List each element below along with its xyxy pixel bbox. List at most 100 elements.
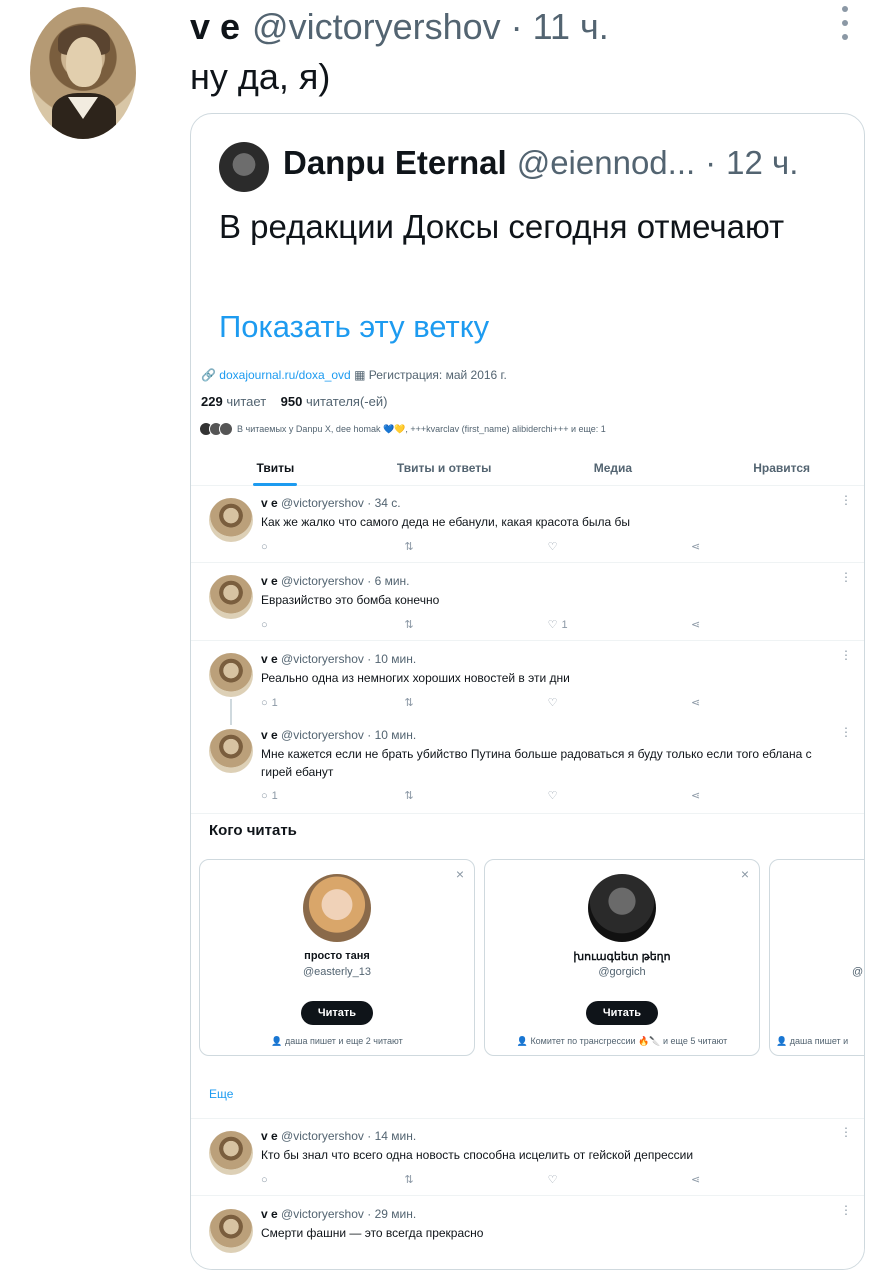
who-to-follow-cards: × просто таня @easterly_13 Читать 👤 даша… [199,859,864,1059]
quote-avatar[interactable] [219,142,269,192]
followers-avatars [199,422,233,436]
author-name[interactable]: v e [190,6,240,48]
tweet-text: Мне кажется если не брать убийство Путин… [261,747,812,779]
avatar [303,874,371,942]
calendar-icon: ▦ [354,368,369,382]
share-icon: ⋖ [690,619,701,631]
tweet-text: Реально одна из немногих хороших новосте… [261,671,570,685]
separator-dot: · [510,6,523,47]
avatar [588,874,656,942]
tweet-actions: ○ ⇅ ♡ ⋖ [261,540,731,554]
followed-by-text: В читаемых у Danpu X, dee homak 💙💛, +++k… [237,423,606,434]
more-options-icon: ⋮ [840,1203,852,1217]
close-icon: × [455,866,464,882]
more-options-icon: ⋮ [840,1125,852,1139]
avatar [209,653,253,697]
tweet-text: ну да, я) [190,56,331,97]
tweet-time[interactable]: 11 ч. [533,6,609,48]
follow-counts: 229 читает 950 читателя(-ей) [201,394,387,409]
reply-icon: ○ [261,540,268,553]
list-item: v e @victoryershov · 29 мин. ⋮ Смерти фа… [191,1197,864,1269]
show-thread-link[interactable]: Показать эту ветку [219,309,489,345]
profile-link: doxajournal.ru/doxa_ovd [219,368,351,382]
tweet-text: Кто бы знал что всего одна новость спосо… [261,1148,694,1162]
more-options-icon: ⋮ [840,648,852,662]
like-icon: ♡ [547,697,558,709]
who-to-follow-title: Кого читать [209,822,297,839]
reply-icon: ○ [261,1173,268,1186]
author-meta: @victoryershov · 34 с. [281,496,401,510]
following-label: читает [226,394,267,409]
followers-label: читателя(-ей) [305,394,388,409]
quote-header: Danpu Eternal @eiennod... · 12 ч. [283,144,798,182]
tab-tweets-replies: Твиты и ответы [396,461,492,475]
link-icon: 🔗 [201,368,216,382]
retweet-icon: ⇅ [404,541,414,553]
following-count: 229 [201,394,223,409]
card-handle: @ [852,966,864,978]
tweet-actions: ○ 1 ⇅ ♡ ⋖ [261,696,731,710]
author-meta: @victoryershov · 14 мин. [281,1129,417,1143]
author-handle[interactable]: @victoryershov [252,6,501,48]
card-name: խուագեետ թեղո [573,951,671,963]
card-handle: @easterly_13 [302,966,372,978]
share-icon: ⋖ [690,697,701,709]
avatar-face [66,37,102,87]
tweet-meta: v e @victoryershov · 10 мин. [261,652,416,666]
more-options-icon: ⋮ [840,725,852,739]
tweet-text: Как же жалко что самого деда не ебанули,… [261,515,631,529]
quote-tweet-card[interactable]: Danpu Eternal @eiennod... · 12 ч. В реда… [190,113,865,1270]
card-name: просто таня [304,950,370,962]
follow-button: Читать [301,1001,373,1025]
author-name: v e [261,728,278,742]
more-options-icon: ⋮ [840,570,852,584]
author-name: v e [261,1129,278,1143]
tweet-meta: v e @victoryershov · 6 мин. [261,574,410,588]
card-footer: 👤 Комитет по трансгрессии 🔥🔪 и еще 5 чит… [516,1036,728,1046]
card-footer: 👤 даша пишет и [776,1036,849,1046]
avatar [209,1131,253,1175]
follow-button: Читать [586,1001,658,1025]
retweet-icon: ⇅ [404,790,414,802]
retweet-icon: ⇅ [404,619,414,631]
tab-media: Медиа [593,461,633,475]
followed-by: В читаемых у Danpu X, dee homak 💙💛, +++k… [199,422,606,436]
quote-author-handle[interactable]: @eiennod... [517,144,695,182]
tweet-header: v e @victoryershov · 11 ч. [190,6,609,48]
tweet-actions: ○ ⇅ ♡ 1 ⋖ [261,618,731,632]
reply-icon: ○ [261,618,268,631]
more-options-icon[interactable] [838,6,852,40]
reply-icon: ○ 1 [261,789,278,802]
list-item: v e @victoryershov · 10 мин. ⋮ Реально о… [191,642,864,725]
follow-card: × просто таня @easterly_13 Читать 👤 даша… [199,859,475,1056]
author-name: v e [261,574,278,588]
avatar[interactable] [30,7,136,139]
author-name: v e [261,496,278,510]
tweet-meta: v e @victoryershov · 10 мин. [261,728,416,742]
tweet-meta: v e @victoryershov · 29 мин. [261,1207,416,1221]
quote-author-name[interactable]: Danpu Eternal [283,144,507,182]
like-icon: ♡ 1 [547,618,568,632]
registration-date: Регистрация: май 2016 г. [368,368,507,382]
like-icon: ♡ [547,541,558,553]
avatar [209,498,253,542]
share-icon: ⋖ [690,1174,701,1186]
list-item: v e @victoryershov · 14 мин. ⋮ Кто бы зн… [191,1118,864,1196]
avatar [209,1209,253,1253]
like-icon: ♡ [547,790,558,802]
card-handle: @gorgich [598,966,646,978]
tab-likes: Нравится [753,461,811,475]
tweet-actions: ○ ⇅ ♡ ⋖ [261,1173,731,1187]
tweet-meta: v e @victoryershov · 34 с. [261,496,401,510]
tab-tweets: Твиты [191,450,360,486]
reply-icon: ○ 1 [261,696,278,709]
like-icon: ♡ [547,1174,558,1186]
card-footer: 👤 даша пишет и еще 2 читают [271,1036,403,1046]
follow-card: @ 👤 даша пишет и [769,859,864,1056]
more-options-icon: ⋮ [840,493,852,507]
follow-card: × խուագեետ թեղո @gorgich Читать 👤 Комите… [484,859,760,1056]
tweet-text: Смерти фашни — это всегда прекрасно [261,1226,484,1240]
embedded-profile-screenshot: 🔗 doxajournal.ru/doxa_ovd ▦ Регистрация:… [191,364,864,1269]
list-item: v e @victoryershov · 10 мин. ⋮ Мне кажет… [191,719,864,814]
quote-time[interactable]: 12 ч. [726,144,798,182]
